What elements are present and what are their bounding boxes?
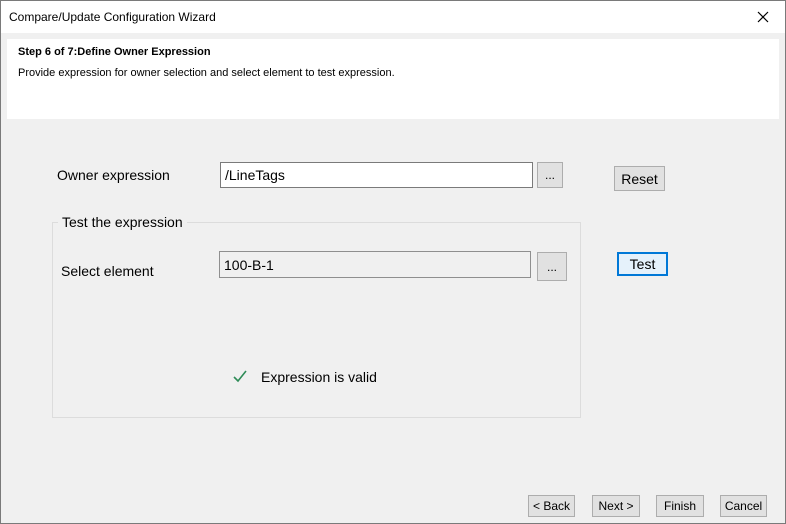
next-button[interactable]: Next > <box>592 495 640 517</box>
step-header: Step 6 of 7:Define Owner Expression Prov… <box>7 39 779 119</box>
owner-expression-label: Owner expression <box>57 167 170 183</box>
select-element-label: Select element <box>61 263 154 279</box>
test-expression-group-label: Test the expression <box>58 214 187 230</box>
title-bar: Compare/Update Configuration Wizard <box>1 1 785 33</box>
checkmark-icon <box>233 370 247 383</box>
close-button[interactable] <box>741 1 785 33</box>
test-button[interactable]: Test <box>617 252 668 276</box>
owner-expression-input[interactable]: /LineTags <box>220 162 533 188</box>
close-icon <box>757 11 769 23</box>
cancel-button[interactable]: Cancel <box>720 495 767 517</box>
step-title: Step 6 of 7:Define Owner Expression <box>18 46 211 58</box>
reset-button[interactable]: Reset <box>614 166 665 191</box>
validation-status-text: Expression is valid <box>261 369 377 385</box>
select-element-browse-button[interactable]: ... <box>537 252 567 281</box>
back-button[interactable]: < Back <box>528 495 575 517</box>
finish-button[interactable]: Finish <box>656 495 704 517</box>
wizard-window: Compare/Update Configuration Wizard Step… <box>0 0 786 524</box>
step-description: Provide expression for owner selection a… <box>18 67 395 79</box>
select-element-input[interactable]: 100-B-1 <box>219 251 531 278</box>
owner-expression-browse-button[interactable]: ... <box>537 162 563 188</box>
window-title: Compare/Update Configuration Wizard <box>9 10 216 24</box>
